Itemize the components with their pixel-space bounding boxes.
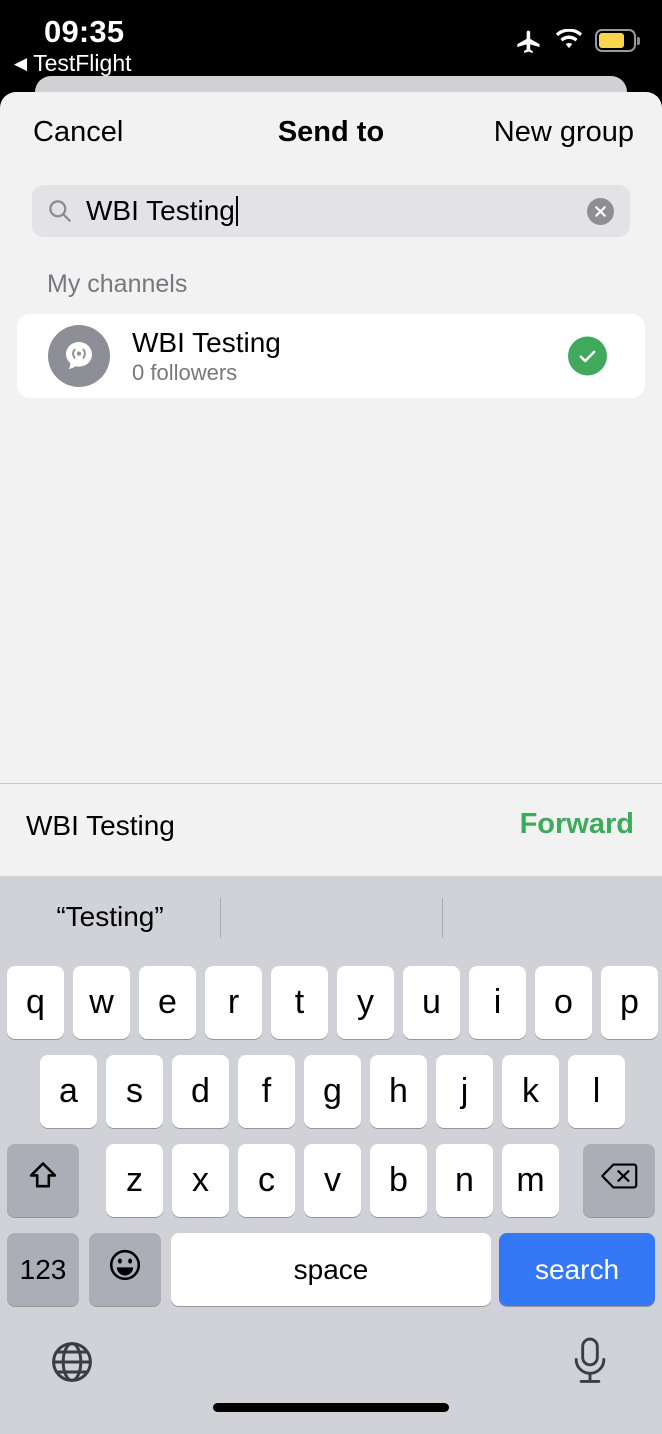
microphone-dictation-icon[interactable] <box>568 1336 612 1391</box>
keyboard-bottom-bar <box>0 1314 662 1428</box>
on-screen-keyboard: “Testing” q w e r t y u i o p a s d f g … <box>0 876 662 1434</box>
channel-broadcast-icon <box>48 325 110 387</box>
search-icon <box>46 197 73 229</box>
search-return-key[interactable]: search <box>499 1233 655 1306</box>
list-item[interactable]: WBI Testing 0 followers <box>17 314 645 398</box>
search-query-text: WBI Testing <box>86 194 239 228</box>
iphone-screen: 09:35 ◀ TestFlight Cancel Send to New gr… <box>0 0 662 1434</box>
channel-name: WBI Testing <box>132 326 281 358</box>
key-y[interactable]: y <box>337 966 394 1039</box>
search-bar[interactable]: WBI Testing <box>32 185 630 237</box>
send-to-sheet: Cancel Send to New group WBI Testing My … <box>0 92 662 1434</box>
back-app-label: TestFlight <box>33 50 132 76</box>
status-bar-indicators <box>515 26 640 54</box>
delete-key[interactable] <box>583 1144 655 1217</box>
keyboard-row-4: 123 space search <box>0 1225 662 1314</box>
key-z[interactable]: z <box>106 1144 163 1217</box>
numbers-key[interactable]: 123 <box>7 1233 79 1306</box>
keyboard-row-3: z x c v b n m <box>0 1136 662 1225</box>
space-key[interactable]: space <box>171 1233 491 1306</box>
selected-check-icon[interactable] <box>568 336 607 376</box>
key-q[interactable]: q <box>7 966 64 1039</box>
forward-toolbar: WBI Testing Forward <box>0 784 662 876</box>
key-t[interactable]: t <box>271 966 328 1039</box>
key-m[interactable]: m <box>502 1144 559 1217</box>
home-indicator[interactable] <box>213 1403 449 1412</box>
key-p[interactable]: p <box>601 966 658 1039</box>
key-v[interactable]: v <box>304 1144 361 1217</box>
key-x[interactable]: x <box>172 1144 229 1217</box>
key-b[interactable]: b <box>370 1144 427 1217</box>
key-o[interactable]: o <box>535 966 592 1039</box>
key-u[interactable]: u <box>403 966 460 1039</box>
airplane-mode-icon <box>515 26 543 54</box>
key-h[interactable]: h <box>370 1055 427 1128</box>
clear-search-button[interactable] <box>587 198 614 225</box>
key-n[interactable]: n <box>436 1144 493 1217</box>
back-to-testflight-button[interactable]: ◀ TestFlight <box>14 50 132 77</box>
search-input[interactable]: WBI Testing <box>32 185 630 237</box>
battery-icon <box>595 28 640 52</box>
prediction-2[interactable] <box>443 876 662 958</box>
key-c[interactable]: c <box>238 1144 295 1217</box>
status-bar-clock: 09:35 <box>44 14 125 49</box>
section-header-my-channels: My channels <box>47 270 188 298</box>
channel-followers: 0 followers <box>132 359 238 385</box>
emoji-smiley-icon <box>107 1247 143 1292</box>
key-l[interactable]: l <box>568 1055 625 1128</box>
selected-recipients-label: WBI Testing <box>26 810 175 841</box>
forward-button[interactable]: Forward <box>520 808 634 841</box>
prediction-1[interactable] <box>221 876 442 958</box>
sheet-nav-bar: Cancel Send to New group <box>0 92 662 184</box>
keyboard-row-1: q w e r t y u i o p <box>0 958 662 1047</box>
key-r[interactable]: r <box>205 966 262 1039</box>
text-cursor <box>235 196 239 226</box>
key-d[interactable]: d <box>172 1055 229 1128</box>
key-a[interactable]: a <box>40 1055 97 1128</box>
shift-up-arrow-icon <box>26 1159 60 1202</box>
key-f[interactable]: f <box>238 1055 295 1128</box>
emoji-key[interactable] <box>89 1233 161 1306</box>
key-g[interactable]: g <box>304 1055 361 1128</box>
back-arrow-icon: ◀ <box>14 54 28 73</box>
predictive-text-bar: “Testing” <box>0 876 662 958</box>
globe-language-icon[interactable] <box>48 1338 96 1391</box>
key-e[interactable]: e <box>139 966 196 1039</box>
key-j[interactable]: j <box>436 1055 493 1128</box>
backspace-delete-icon <box>600 1161 638 1200</box>
keyboard-row-2: a s d f g h j k l <box>0 1047 662 1136</box>
channel-list: WBI Testing 0 followers <box>17 314 645 398</box>
key-w[interactable]: w <box>73 966 130 1039</box>
wifi-icon <box>554 29 584 51</box>
channel-info: WBI Testing 0 followers <box>132 327 281 386</box>
key-s[interactable]: s <box>106 1055 163 1128</box>
search-value: WBI Testing <box>86 195 235 226</box>
key-i[interactable]: i <box>469 966 526 1039</box>
prediction-0[interactable]: “Testing” <box>0 876 220 958</box>
key-k[interactable]: k <box>502 1055 559 1128</box>
shift-key[interactable] <box>7 1144 79 1217</box>
new-group-button[interactable]: New group <box>494 116 634 149</box>
